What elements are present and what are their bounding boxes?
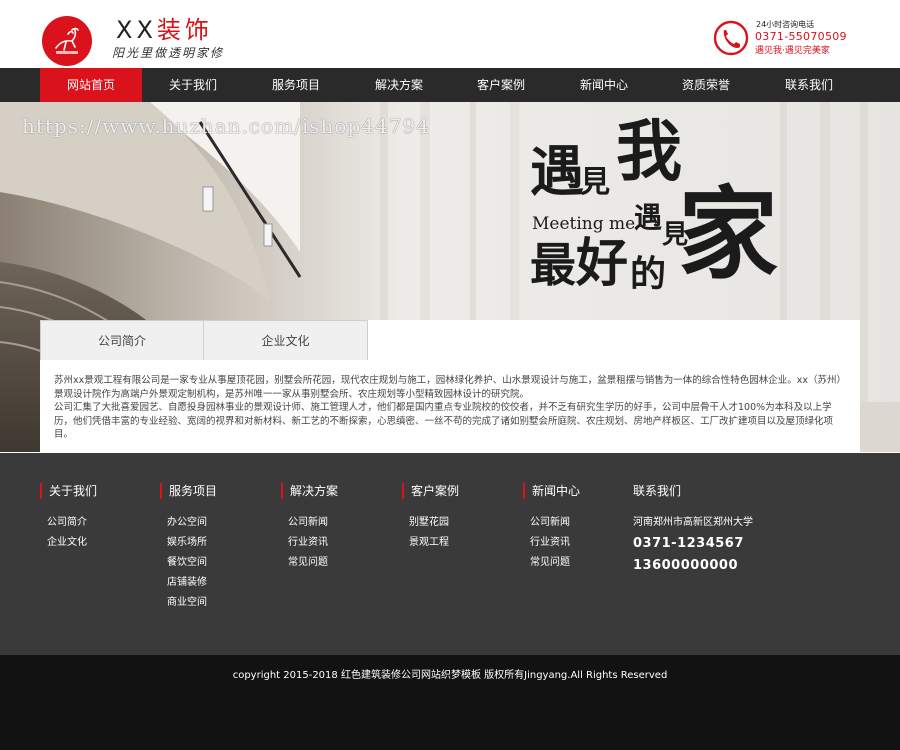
slogan-char: 遇 [634, 201, 663, 234]
footer-link[interactable]: 行业资讯 [530, 533, 580, 553]
slogan-char: 遇 [530, 139, 584, 203]
contact-mobile: 13600000000 [633, 558, 738, 573]
slogan-english: Meeting me [532, 214, 636, 234]
slogan-char: 的 [630, 253, 667, 295]
tab-company-profile[interactable]: 公司简介 [40, 320, 204, 360]
footer-link[interactable]: 常见问题 [530, 553, 580, 573]
footer-column-services: 服务项目 办公空间 娱乐场所 餐饮空间 店铺装修 商业空间 [160, 483, 217, 613]
footer-heading[interactable]: 服务项目 [160, 483, 217, 499]
slogan-char: 我 [616, 112, 682, 190]
footer-heading[interactable]: 客户案例 [402, 483, 459, 499]
slogan-char: 好 [576, 233, 629, 294]
footer-link[interactable]: 公司简介 [47, 513, 97, 533]
nav-item-cases[interactable]: 客户案例 [450, 68, 552, 102]
footer-column-contact: 联系我们 河南郑州市高新区郑州大学 0371-1234567 136000000… [626, 483, 753, 577]
footer-column-solutions: 解决方案 公司新闻 行业资讯 常见问题 [281, 483, 338, 573]
profile-paragraph: 公司汇集了大批喜爱园艺、自愿投身园林事业的景观设计师、施工管理人才，他们都是国内… [54, 402, 834, 440]
footer-link[interactable]: 娱乐场所 [167, 533, 217, 553]
nav-item-services[interactable]: 服务项目 [245, 68, 347, 102]
main-nav: 网站首页 关于我们 服务项目 解决方案 客户案例 新闻中心 资质荣誉 联系我们 [0, 68, 900, 102]
site-header: XX装饰 阳光里做透明家修 24小时咨询电话 0371-55070509 遇见我… [0, 0, 900, 68]
nav-item-news[interactable]: 新闻中心 [553, 68, 655, 102]
copyright-bar: copyright 2015-2018 红色建筑装修公司网站织梦模板 版权所有J… [0, 655, 900, 750]
footer-column-cases: 客户案例 别墅花园 景观工程 [402, 483, 459, 553]
brand-title: XX装饰 [116, 16, 213, 44]
footer-link[interactable]: 企业文化 [47, 533, 97, 553]
footer-heading[interactable]: 解决方案 [281, 483, 338, 499]
slogan-char: 見 [580, 165, 610, 200]
tab-corporate-culture[interactable]: 企业文化 [204, 320, 368, 360]
deer-logo-icon [55, 27, 79, 54]
footer-link[interactable]: 公司新闻 [530, 513, 580, 533]
footer-heading[interactable]: 关于我们 [40, 483, 97, 499]
footer-heading[interactable]: 新闻中心 [523, 483, 580, 499]
footer-link[interactable]: 商业空间 [167, 593, 217, 613]
nav-item-solutions[interactable]: 解决方案 [348, 68, 450, 102]
phone-icon [713, 20, 749, 56]
phone-tagline: 遇见我·遇见完美家 [755, 46, 830, 56]
footer-link[interactable]: 行业资讯 [288, 533, 338, 553]
footer-column-news: 新闻中心 公司新闻 行业资讯 常见问题 [523, 483, 580, 573]
footer-link[interactable]: 餐饮空间 [167, 553, 217, 573]
banner-watermark: https://www.huzhan.com/ishop44794 [22, 114, 430, 138]
nav-item-honors[interactable]: 资质荣誉 [655, 68, 757, 102]
profile-paragraph: 苏州xx景观工程有限公司是一家专业从事屋顶花园，别墅会所花园，现代农庄规划与施工… [54, 375, 842, 400]
brand-slogan: 阳光里做透明家修 [112, 46, 225, 60]
footer-link[interactable]: 别墅花园 [409, 513, 459, 533]
logo[interactable] [42, 16, 92, 66]
footer-link[interactable]: 店铺装修 [167, 573, 217, 593]
phone-number: 0371-55070509 [755, 30, 847, 43]
footer-link[interactable]: 公司新闻 [288, 513, 338, 533]
slogan-char: 家 [678, 175, 778, 293]
contact-phone: 0371-1234567 [633, 536, 744, 551]
footer-column-about: 关于我们 公司简介 企业文化 [40, 483, 97, 553]
tab-content: 苏州xx景观工程有限公司是一家专业从事屋顶花园，别墅会所花园，现代农庄规划与施工… [54, 374, 844, 442]
contact-address: 河南郑州市高新区郑州大学 [633, 517, 753, 528]
brand-prefix: XX [116, 16, 157, 44]
slogan-char: 最 [530, 238, 576, 292]
nav-item-about[interactable]: 关于我们 [142, 68, 244, 102]
footer-link[interactable]: 办公空间 [167, 513, 217, 533]
banner-slogan: 遇 見 我 Meeting me 遇 見 最 好 的 家 [530, 118, 790, 320]
brand-suffix: 装饰 [156, 16, 213, 44]
footer-heading[interactable]: 联系我们 [626, 483, 753, 499]
phone-label: 24小时咨询电话 [756, 20, 815, 29]
footer-link[interactable]: 常见问题 [288, 553, 338, 573]
footer-link[interactable]: 景观工程 [409, 533, 459, 553]
nav-item-home[interactable]: 网站首页 [40, 68, 142, 102]
company-info-panel: 公司简介 企业文化 苏州xx景观工程有限公司是一家专业从事屋顶花园，别墅会所花园… [40, 320, 860, 453]
nav-item-contact[interactable]: 联系我们 [758, 68, 860, 102]
site-footer: 关于我们 公司简介 企业文化 服务项目 办公空间 娱乐场所 餐饮空间 店铺装修 … [0, 453, 900, 655]
